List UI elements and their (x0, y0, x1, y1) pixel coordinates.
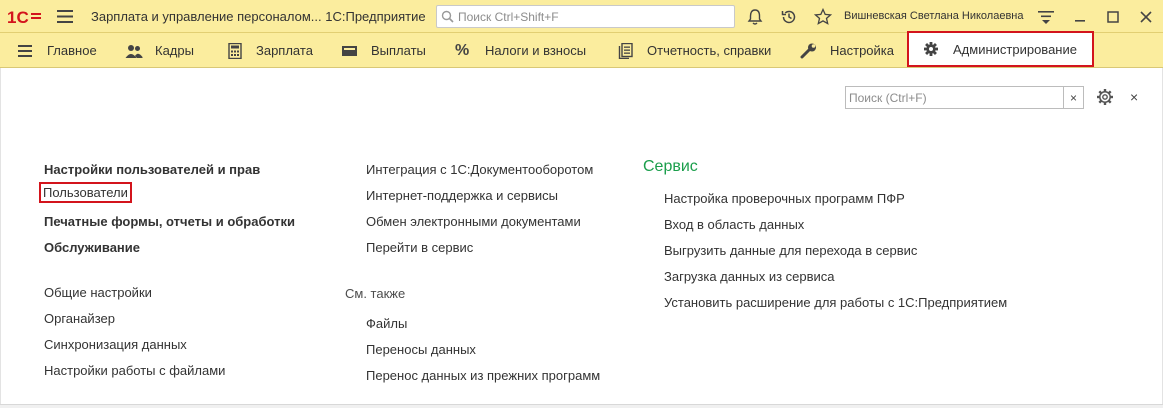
history-icon[interactable] (780, 8, 798, 26)
section-payments-label: Выплаты (371, 43, 426, 58)
section-administration[interactable]: Администрирование (907, 31, 1094, 67)
section-taxes-label: Налоги и взносы (485, 43, 587, 58)
minimize-icon[interactable] (1071, 8, 1089, 26)
section-payments[interactable]: Выплаты (341, 33, 426, 68)
content-search-placeholder: Поиск (Ctrl+F) (849, 91, 927, 105)
link-data-sync[interactable]: Синхронизация данных (44, 337, 187, 352)
title-bar: 1С Зарплата и управление персоналом... 1… (0, 0, 1163, 33)
link-docflow-integration[interactable]: Интеграция с 1С:Документооборотом (366, 162, 593, 177)
section-taxes[interactable]: % Налоги и взносы (455, 33, 586, 68)
section-setup[interactable]: Настройка (800, 33, 894, 68)
see-also-header: См. также (345, 286, 406, 301)
link-internet-support[interactable]: Интернет-поддержка и сервисы (366, 188, 558, 203)
reports-icon (618, 42, 633, 59)
link-install-extension[interactable]: Установить расширение для работы с 1С:Пр… (664, 295, 1007, 310)
global-search-placeholder: Поиск Ctrl+Shift+F (458, 10, 559, 24)
link-file-settings[interactable]: Настройки работы с файлами (44, 363, 225, 378)
link-import-from-service[interactable]: Загрузка данных из сервиса (664, 269, 835, 284)
link-transfer-from-old-programs[interactable]: Перенос данных из прежних программ (366, 368, 600, 383)
svg-text:1С: 1С (7, 8, 29, 26)
gear-icon (924, 42, 938, 56)
global-search-input[interactable]: Поиск Ctrl+Shift+F (436, 5, 735, 28)
close-content-button[interactable]: × (1130, 89, 1138, 105)
link-edi-exchange[interactable]: Обмен электронными документами (366, 214, 581, 229)
app-title: Зарплата и управление персоналом... 1С:П… (91, 9, 426, 24)
wrench-icon (800, 43, 816, 58)
service-header: Сервис (643, 158, 698, 175)
link-user-rights-settings[interactable]: Настройки пользователей и прав (44, 162, 260, 177)
section-salary-label: Зарплата (256, 43, 313, 58)
bell-icon[interactable] (746, 8, 764, 26)
section-content (0, 68, 1163, 408)
section-salary[interactable]: Зарплата (226, 33, 313, 68)
section-reports-label: Отчетность, справки (647, 43, 772, 58)
section-reports[interactable]: Отчетность, справки (617, 33, 771, 68)
link-files[interactable]: Файлы (366, 316, 407, 331)
percent-icon: % (455, 41, 470, 59)
link-pfr-check-programs[interactable]: Настройка проверочных программ ПФР (664, 191, 905, 206)
menu-icon (18, 44, 32, 57)
link-print-forms[interactable]: Печатные формы, отчеты и обработки (44, 214, 295, 229)
main-menu-icon[interactable] (57, 10, 73, 23)
link-organizer[interactable]: Органайзер (44, 311, 115, 326)
content-search-input[interactable]: Поиск (Ctrl+F) (845, 86, 1064, 109)
link-data-transfers[interactable]: Переносы данных (366, 342, 476, 357)
search-icon (441, 10, 454, 23)
section-personnel-label: Кадры (155, 43, 194, 58)
link-users[interactable]: Пользователи (39, 182, 132, 203)
people-icon (125, 44, 143, 58)
star-icon[interactable] (814, 8, 832, 26)
clear-search-button[interactable]: × (1063, 86, 1084, 109)
link-general-settings[interactable]: Общие настройки (44, 285, 152, 300)
section-setup-label: Настройка (830, 43, 894, 58)
link-go-to-service[interactable]: Перейти в сервис (366, 240, 473, 255)
section-main-label: Главное (47, 43, 97, 58)
section-administration-label: Администрирование (953, 41, 1077, 57)
1c-logo[interactable]: 1С (7, 8, 43, 26)
maximize-icon[interactable] (1104, 8, 1122, 26)
link-data-area-login[interactable]: Вход в область данных (664, 217, 804, 232)
close-window-icon[interactable] (1137, 8, 1155, 26)
wallet-icon (342, 45, 357, 56)
user-name[interactable]: Вишневская Светлана Николаевна (844, 10, 1024, 22)
calculator-icon (228, 42, 242, 59)
sections-panel: Главное Кадры Зарплата Выплаты % Налоги … (0, 31, 1163, 68)
content-settings-icon[interactable] (1096, 88, 1114, 106)
section-personnel[interactable]: Кадры (125, 33, 194, 68)
link-maintenance[interactable]: Обслуживание (44, 240, 140, 255)
settings-menu-icon[interactable] (1037, 8, 1055, 26)
link-export-for-service[interactable]: Выгрузить данные для перехода в сервис (664, 243, 917, 258)
bottom-border (0, 404, 1163, 408)
section-main[interactable]: Главное (17, 33, 97, 68)
clear-icon: × (1069, 90, 1077, 105)
